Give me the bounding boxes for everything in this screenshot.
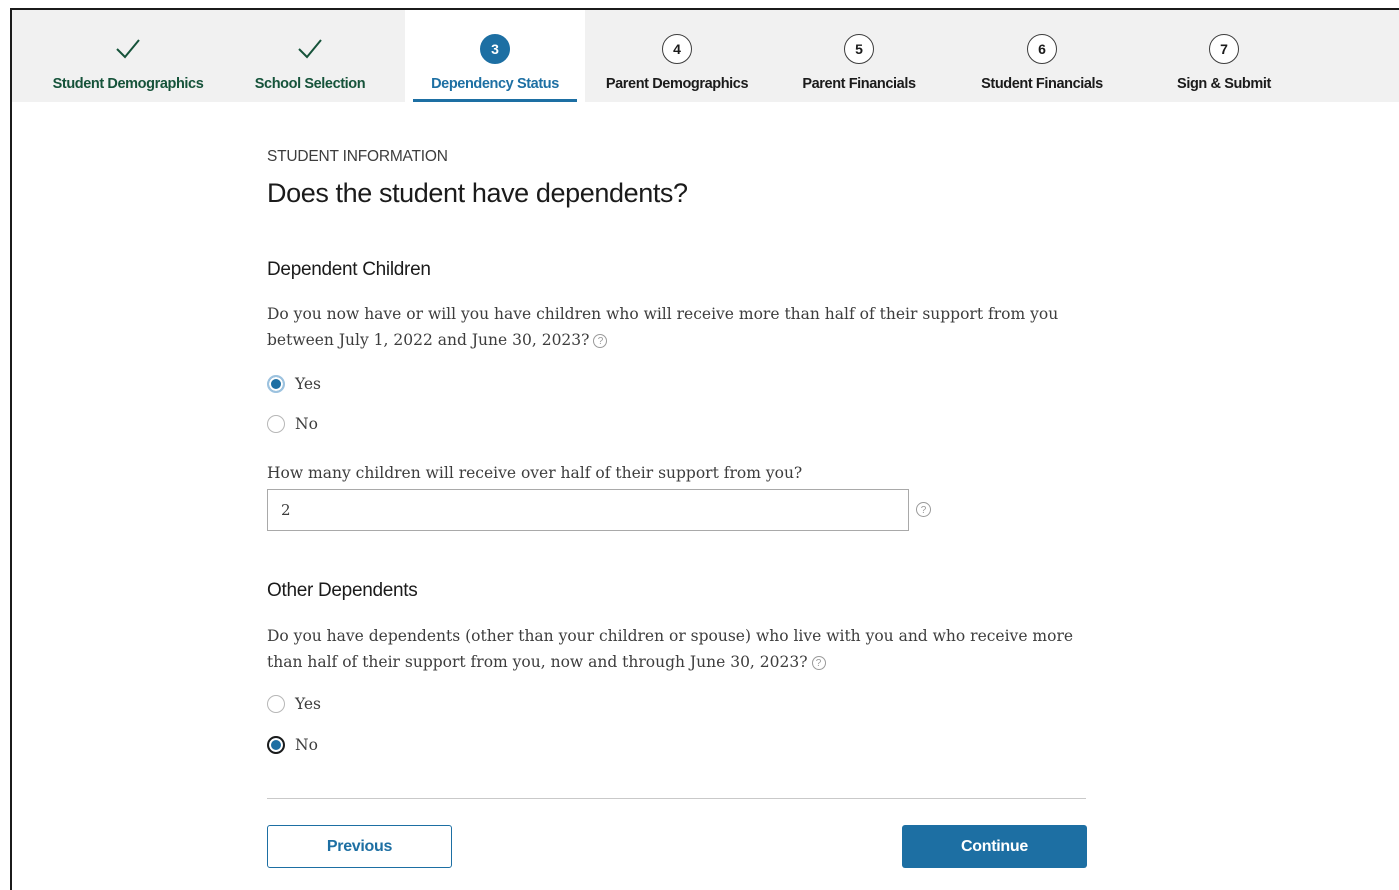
other-no-option[interactable]: No: [267, 733, 318, 757]
step-label: Student Financials: [981, 76, 1103, 92]
step-school-selection[interactable]: School Selection: [225, 10, 395, 102]
help-icon[interactable]: ?: [811, 656, 826, 670]
children-count-input[interactable]: [267, 489, 909, 531]
other-dependents-question: Do you have dependents (other than your …: [267, 623, 1077, 675]
section-label: STUDENT INFORMATION: [267, 148, 448, 165]
step-sign-submit[interactable]: 7 Sign & Submit: [1139, 10, 1309, 102]
step-label: Dependency Status: [431, 76, 559, 92]
question-text: Do you now have or will you have childre…: [267, 305, 1059, 349]
dependent-children-heading: Dependent Children: [267, 259, 431, 280]
radio-button[interactable]: [267, 736, 285, 754]
previous-button[interactable]: Previous: [267, 825, 452, 868]
active-step-underline: [413, 99, 577, 102]
radio-label: No: [295, 415, 318, 433]
help-icon[interactable]: ?: [916, 502, 931, 517]
continue-button[interactable]: Continue: [902, 825, 1087, 868]
radio-button[interactable]: [267, 695, 285, 713]
step-number-badge: 4: [662, 34, 692, 64]
step-parent-financials[interactable]: 5 Parent Financials: [774, 10, 944, 102]
step-label: Parent Demographics: [605, 76, 749, 92]
checkmark-icon: [295, 34, 325, 64]
children-count-label: How many children will receive over half…: [267, 464, 803, 482]
step-number-badge: 3: [480, 34, 510, 64]
radio-button[interactable]: [267, 375, 285, 393]
app-frame: Student Demographics School Selection 3 …: [10, 8, 1399, 890]
children-no-option[interactable]: No: [267, 412, 318, 436]
help-icon[interactable]: ?: [593, 334, 608, 348]
form-divider: [267, 798, 1086, 799]
other-dependents-heading: Other Dependents: [267, 580, 418, 601]
step-parent-demographics[interactable]: 4 Parent Demographics: [592, 10, 762, 102]
step-label: Sign & Submit: [1177, 76, 1271, 92]
step-label: Student Demographics: [52, 76, 204, 92]
page-title: Does the student have dependents?: [267, 178, 688, 208]
step-number-badge: 6: [1027, 34, 1057, 64]
radio-button[interactable]: [267, 415, 285, 433]
children-yes-option[interactable]: Yes: [267, 372, 321, 396]
step-label: School Selection: [254, 76, 366, 92]
question-text: Do you have dependents (other than your …: [267, 627, 1074, 671]
step-student-demographics[interactable]: Student Demographics: [43, 10, 213, 102]
checkmark-icon: [113, 34, 143, 64]
radio-label: No: [295, 736, 318, 754]
step-number-badge: 7: [1209, 34, 1239, 64]
step-dependency-status[interactable]: 3 Dependency Status: [405, 10, 585, 102]
radio-label: Yes: [295, 695, 322, 713]
step-student-financials[interactable]: 6 Student Financials: [957, 10, 1127, 102]
radio-label: Yes: [295, 375, 322, 393]
step-label: Parent Financials: [802, 76, 916, 92]
step-number-badge: 5: [844, 34, 874, 64]
other-yes-option[interactable]: Yes: [267, 692, 321, 716]
progress-stepper: Student Demographics School Selection 3 …: [12, 10, 1399, 102]
dependent-children-question: Do you now have or will you have childre…: [267, 301, 1077, 353]
